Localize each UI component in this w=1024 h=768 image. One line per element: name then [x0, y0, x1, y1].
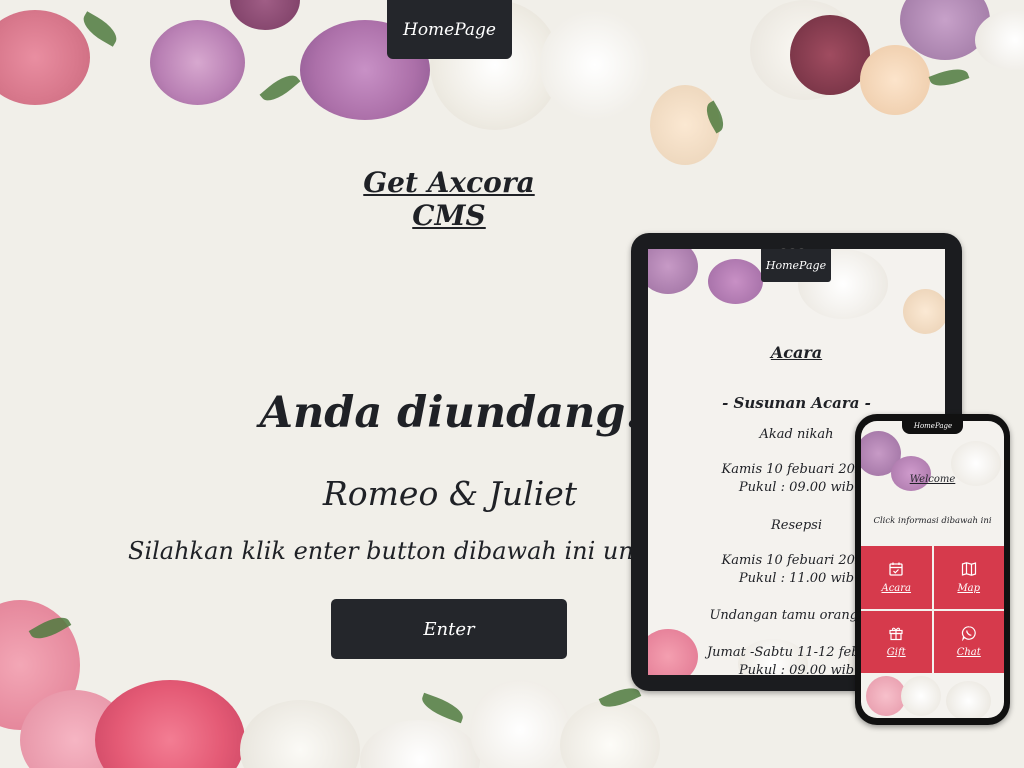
- get-cms-link[interactable]: Get Axcora CMS: [330, 166, 568, 232]
- calendar-icon: [888, 561, 904, 581]
- whatsapp-icon: [961, 625, 977, 645]
- tablet-camera: [781, 238, 811, 253]
- menu-item-acara[interactable]: Acara: [861, 546, 932, 609]
- phone-info-text: Click informasi dibawah ini: [873, 516, 992, 526]
- menu-label-gift: Gift: [886, 647, 906, 659]
- menu-label-map: Map: [957, 582, 981, 594]
- couple-names: Romeo & Juliet: [322, 474, 578, 513]
- menu-item-gift[interactable]: Gift: [861, 610, 932, 673]
- tablet-acara-title: Acara: [770, 343, 823, 362]
- phone-screen: HomePage Welcome Click informasi dibawah…: [861, 421, 1004, 718]
- homepage-button[interactable]: HomePage: [387, 0, 512, 59]
- tablet-schedule-heading: - Susunan Acara -: [722, 394, 871, 412]
- phone-welcome-title: Welcome: [909, 474, 956, 485]
- enter-button[interactable]: Enter: [331, 599, 567, 659]
- menu-item-map[interactable]: Map: [933, 546, 1004, 609]
- phone-mockup: HomePage Welcome Click informasi dibawah…: [855, 414, 1010, 725]
- menu-label-acara: Acara: [881, 582, 912, 594]
- phone-menu-grid: Acara Map Gift Chat: [861, 546, 1004, 673]
- instruction-text: Silahkan klik enter button dibawah ini u…: [128, 537, 633, 565]
- menu-label-chat: Chat: [956, 647, 981, 659]
- menu-item-chat[interactable]: Chat: [933, 610, 1004, 673]
- instruction-container: Silahkan klik enter button dibawah ini u…: [128, 537, 633, 577]
- map-icon: [961, 561, 977, 581]
- invitation-headline: Anda diundang.: [259, 388, 641, 438]
- tablet-homepage-button[interactable]: HomePage: [761, 249, 831, 282]
- gift-icon: [888, 625, 904, 645]
- phone-homepage-button[interactable]: HomePage: [908, 421, 958, 435]
